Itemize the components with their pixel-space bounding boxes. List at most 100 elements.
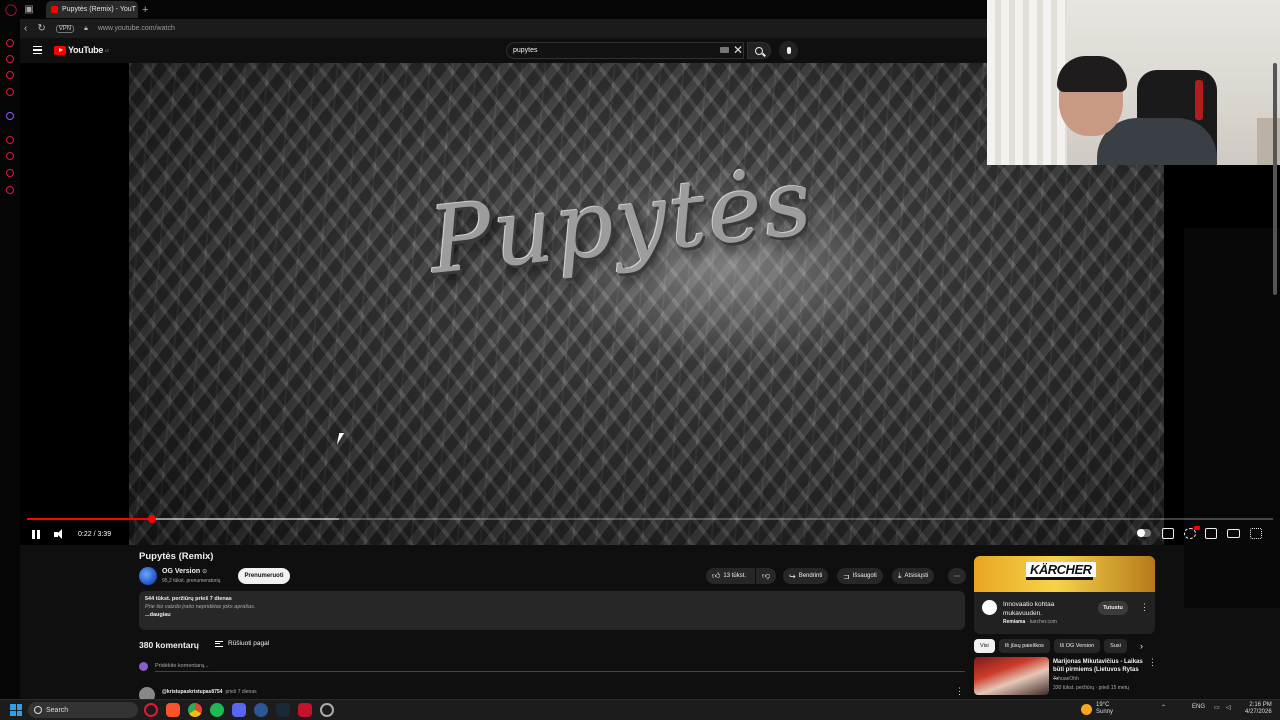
sidebar-shortcut-icon[interactable] [6,55,14,63]
recommended-menu-icon[interactable]: ⋮ [1148,657,1157,668]
sidebar-shortcut-icon[interactable] [6,71,14,79]
ad-cta-button[interactable]: Tutustu [1098,601,1128,615]
keyboard-icon[interactable] [720,47,729,53]
windows-start-icon[interactable] [10,704,22,716]
chip-related[interactable]: Susi [1104,639,1127,653]
search-query: pupytes [513,47,538,54]
verified-icon: ⊙ [202,569,208,575]
sidebar-settings-icon[interactable] [6,186,14,194]
sidebar-shortcut-icon[interactable] [6,136,14,144]
url-field[interactable]: www.youtube.com/watch [98,25,175,32]
progress-played [27,518,152,520]
progress-bar[interactable] [27,515,1273,523]
temperature: 19°C [1096,702,1110,708]
youtube-header: YouTube LT pupytes ✕ [20,38,988,63]
download-label: Atsisiųsti [904,573,929,579]
ad-banner-image[interactable]: KÄRCHER [974,556,1155,592]
tab-youtube[interactable]: Pupytės (Remix) - YouT [46,1,138,18]
network-icon[interactable]: ▭ [1214,704,1220,711]
chip-from-search[interactable]: Iš jūsų paieškos [998,639,1050,653]
volume-icon[interactable] [54,527,66,541]
share-icon: ↪ [789,571,796,581]
brave-taskbar-icon[interactable] [166,703,180,717]
youtube-favicon-icon [51,6,58,13]
browser-sidebar [0,19,20,699]
sidebar-shortcut-icon[interactable] [6,169,14,177]
clock-date: 4/27/2026 [1245,709,1272,715]
opera-taskbar-icon[interactable] [144,703,158,717]
sidebar-shortcut-icon[interactable] [6,152,14,160]
recommended-channel[interactable]: TohuaeOhh [1053,676,1079,682]
recommended-thumbnail[interactable] [974,657,1049,695]
theater-mode-icon[interactable] [1227,529,1240,538]
back-icon[interactable]: ‹ [24,23,27,34]
tab-manager-icon[interactable]: ▣ [22,3,36,17]
settings-gear-icon[interactable] [1184,526,1200,539]
channel-name[interactable]: OG Version ⊙ [162,568,207,575]
sidebar-shortcut-icon[interactable] [6,39,14,47]
app-taskbar-icon[interactable] [254,703,268,717]
spotify-taskbar-icon[interactable] [210,703,224,717]
more-actions-button[interactable]: ⋯ [948,568,966,584]
chrome-taskbar-icon[interactable] [188,703,202,717]
channel-avatar[interactable] [139,567,157,585]
language-indicator[interactable]: ENG [1192,704,1205,710]
page-scrollbar[interactable] [1273,63,1277,295]
ad-sponsor-label: Remiama [1003,619,1026,625]
weather-icon[interactable] [1081,704,1092,715]
subtitles-icon[interactable] [1162,528,1174,539]
sort-comments-button[interactable]: Rūšiuoti pagal [215,640,269,647]
webcam-curtain [987,0,1067,165]
weather-widget[interactable]: 19°C Sunny [1096,702,1113,716]
download-button[interactable]: ⤓ Atsisiųsti [892,568,935,584]
search-input[interactable]: pupytes [506,42,744,59]
recommended-video[interactable]: Marijonas Mikutavičius - Laikas būti pir… [974,657,1157,695]
time-display: 0:22 / 3:39 [78,530,112,538]
opera-logo-icon[interactable]: ◯ [4,3,18,17]
clock[interactable]: 2:16 PM 4/27/2026 [1245,702,1272,716]
vpn-badge[interactable]: VPN [55,24,75,33]
dislike-button[interactable]: 👎︎ [756,568,776,584]
subscribe-button[interactable]: Prenumeruoti [238,568,290,584]
youtube-logo[interactable]: YouTube LT [54,45,109,55]
voice-search-button[interactable] [779,41,798,60]
clear-search-icon[interactable]: ✕ [733,43,743,57]
like-button[interactable]: 👍︎ 13 tūkst. [706,568,755,584]
speaker-icon[interactable]: ◁ [1226,704,1231,711]
description-box[interactable]: 544 tūkst. peržiūrų prieš 7 dienas Prie … [139,591,965,630]
tab-title: Pupytės (Remix) - YouT [62,6,136,13]
chip-all[interactable]: Visi [974,639,995,653]
comment-menu-icon[interactable]: ⋮ [955,686,964,697]
sponsored-ad[interactable]: KÄRCHER Innovaatio kohtaa mukavuuden. Re… [974,556,1155,634]
sidebar-shortcut-icon[interactable] [6,112,14,120]
video-title: Pupytės (Remix) [139,551,214,562]
bookmark-icon: ⊐ [843,571,850,581]
scrubber-handle[interactable] [147,515,156,523]
chip-from-channel[interactable]: Iš OG Version [1053,639,1101,653]
show-more-link[interactable]: ...daugiau [145,612,959,618]
taskbar-search[interactable]: Search [28,702,138,718]
fullscreen-icon[interactable] [1250,528,1262,539]
discord-taskbar-icon[interactable] [232,703,246,717]
save-button[interactable]: ⊐ Išsaugoti [837,568,883,584]
miniplayer-icon[interactable] [1205,528,1217,539]
ad-menu-icon[interactable]: ⋮ [1140,602,1149,613]
share-button[interactable]: ↪ Bendrinti [783,568,829,584]
add-comment-input[interactable]: Pridėkite komentarą... [155,663,965,672]
tray-overflow-icon[interactable]: ⌃ [1161,704,1166,711]
webcam-overlay [987,0,1280,165]
autoplay-toggle[interactable] [1137,529,1151,537]
new-tab-button[interactable]: + [142,4,148,16]
steam-taskbar-icon[interactable] [276,703,290,717]
reload-icon[interactable]: ↻ [37,23,45,34]
pause-icon[interactable] [32,527,42,541]
menu-icon[interactable] [33,46,42,54]
comment-author[interactable]: @kristupaskristupas8754 [162,689,222,695]
search-button[interactable] [747,42,771,59]
ad-headline-line2: mukavuuden. [1003,610,1043,617]
obs-taskbar-icon[interactable] [320,703,334,717]
sidebar-shortcut-icon[interactable] [6,88,14,96]
chevron-right-icon[interactable]: › [1140,641,1143,651]
app-taskbar-icon[interactable] [298,703,312,717]
channel-name-text: OG Version [162,568,201,575]
